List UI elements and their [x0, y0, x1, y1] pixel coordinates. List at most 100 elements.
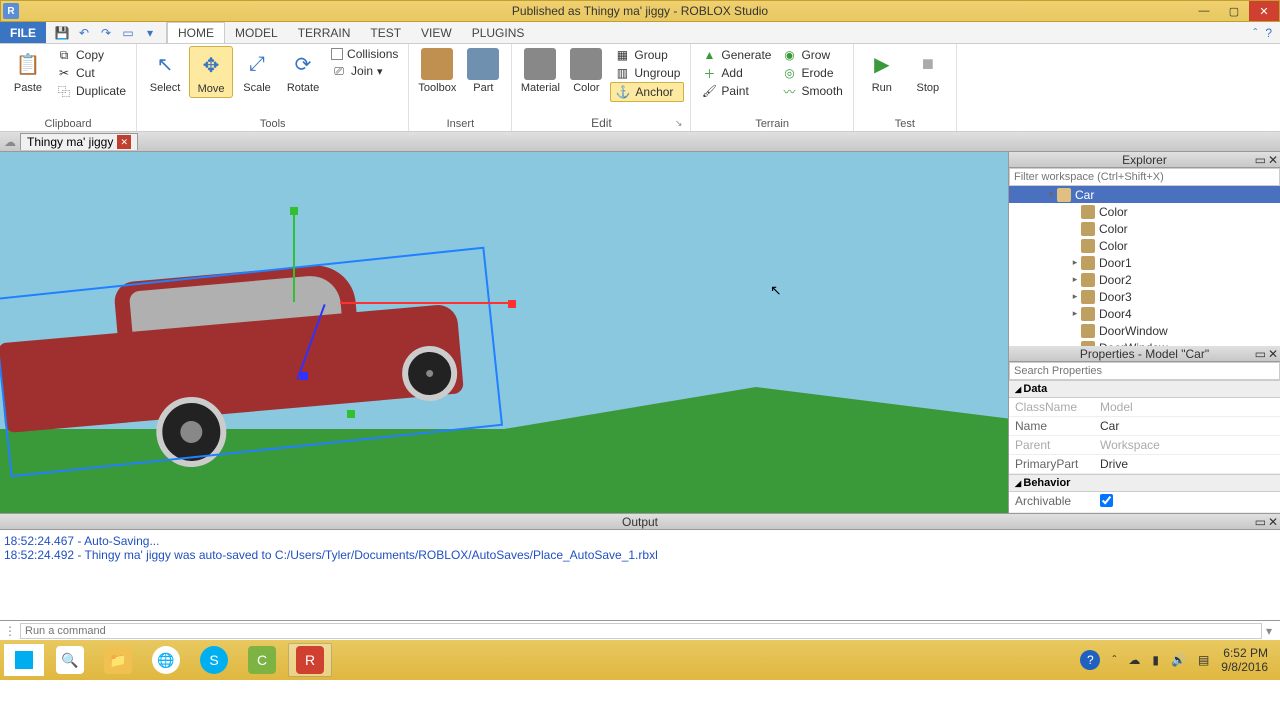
collapse-ribbon-icon[interactable]: ˆ — [1253, 26, 1257, 40]
viewport[interactable]: ↖ — [0, 152, 1008, 513]
undock-icon[interactable]: ▭ — [1255, 515, 1266, 529]
command-dropdown-icon[interactable]: ▾ — [1262, 624, 1276, 638]
run-button[interactable]: ▶Run — [860, 46, 904, 96]
onedrive-icon[interactable]: ☁ — [1128, 653, 1140, 667]
prop-category-data[interactable]: Data — [1009, 380, 1280, 398]
tree-item[interactable]: Color — [1009, 203, 1280, 220]
prop-category-behavior[interactable]: Behavior — [1009, 474, 1280, 492]
tree-item[interactable]: Color — [1009, 220, 1280, 237]
tray-chevron-icon[interactable]: ˆ — [1112, 653, 1116, 667]
anchor-button[interactable]: ⚓Anchor — [610, 82, 684, 102]
close-tab-icon[interactable]: ✕ — [117, 135, 131, 149]
scale-button[interactable]: ⤢Scale — [235, 46, 279, 96]
material-button[interactable]: Material — [518, 46, 562, 96]
terrain-grow-button[interactable]: ◉Grow — [777, 46, 846, 64]
expand-icon[interactable]: ▾ — [1045, 189, 1057, 200]
task-chrome[interactable]: 🌐 — [144, 643, 188, 677]
explorer-tree[interactable]: ▾CarColorColorColor▸Door1▸Door2▸Door3▸Do… — [1009, 186, 1280, 346]
battery-icon[interactable]: ▮ — [1152, 653, 1159, 667]
tab-test[interactable]: TEST — [360, 22, 411, 43]
tree-item[interactable]: ▸Door2 — [1009, 271, 1280, 288]
properties-search-input[interactable] — [1009, 362, 1280, 380]
y-axis-gizmo[interactable] — [293, 212, 295, 302]
y-handle[interactable] — [290, 207, 298, 215]
stop-button[interactable]: ■Stop — [906, 46, 950, 96]
help-icon[interactable]: ? — [1265, 26, 1272, 40]
move-button[interactable]: ✥Move — [189, 46, 233, 98]
join-dropdown[interactable]: ⎚Join ▾ — [327, 62, 402, 80]
expand-icon[interactable]: ▸ — [1069, 257, 1081, 268]
tab-view[interactable]: VIEW — [411, 22, 462, 43]
document-tab[interactable]: Thingy ma' jiggy ✕ — [20, 133, 138, 150]
task-skype[interactable]: S — [192, 643, 236, 677]
archivable-checkbox[interactable] — [1100, 494, 1113, 507]
terrain-erode-button[interactable]: ◎Erode — [777, 64, 846, 82]
tab-terrain[interactable]: TERRAIN — [288, 22, 361, 43]
undo-icon[interactable]: ↶ — [76, 25, 92, 41]
tree-item[interactable]: ▸Door3 — [1009, 288, 1280, 305]
expand-icon[interactable]: ▸ — [1069, 291, 1081, 302]
expand-icon[interactable]: ▸ — [1069, 308, 1081, 319]
clock[interactable]: 6:52 PM 9/8/2016 — [1221, 646, 1268, 675]
start-button[interactable] — [4, 644, 44, 676]
part-button[interactable]: Part — [461, 46, 505, 96]
prop-row-archivable[interactable]: Archivable — [1009, 492, 1280, 513]
terrain-smooth-button[interactable]: 〰Smooth — [777, 82, 846, 100]
collisions-toggle[interactable]: Collisions — [327, 46, 402, 62]
terrain-paint-button[interactable]: 🖌Paint — [697, 82, 775, 100]
tab-plugins[interactable]: PLUGINS — [462, 22, 535, 43]
edit-launcher-icon[interactable]: ↘ — [675, 118, 683, 129]
tree-item[interactable]: ▸Door4 — [1009, 305, 1280, 322]
rotate-button[interactable]: ⟳Rotate — [281, 46, 325, 96]
close-button[interactable]: ✕ — [1249, 1, 1279, 21]
toolbox-button[interactable]: Toolbox — [415, 46, 459, 96]
panel-close-icon[interactable]: ✕ — [1268, 153, 1278, 167]
explorer-filter-input[interactable] — [1009, 168, 1280, 186]
tab-model[interactable]: MODEL — [225, 22, 288, 43]
file-menu[interactable]: FILE — [0, 22, 46, 43]
tree-item[interactable]: ▾Car — [1009, 186, 1280, 203]
maximize-button[interactable]: ▢ — [1219, 1, 1249, 21]
copy-button[interactable]: ⧉Copy — [52, 46, 130, 64]
group-button[interactable]: ▦Group — [610, 46, 684, 64]
tab-home[interactable]: HOME — [167, 22, 225, 43]
toolbox-icon — [421, 48, 453, 80]
undock-icon[interactable]: ▭ — [1255, 347, 1266, 361]
prop-row-name[interactable]: NameCar — [1009, 417, 1280, 436]
qat-dropdown-icon[interactable]: ▾ — [142, 25, 158, 41]
terrain-generate-button[interactable]: ▲Generate — [697, 46, 775, 64]
redo-icon[interactable]: ↷ — [98, 25, 114, 41]
tree-item[interactable]: DoorWindow — [1009, 339, 1280, 346]
qat-select-icon[interactable]: ▭ — [120, 25, 136, 41]
network-icon[interactable]: ▤ — [1198, 653, 1209, 667]
tree-item[interactable]: Color — [1009, 237, 1280, 254]
terrain-add-button[interactable]: ＋Add — [697, 64, 775, 82]
expand-icon[interactable]: ▸ — [1069, 274, 1081, 285]
undock-icon[interactable]: ▭ — [1255, 153, 1266, 167]
task-camtasia[interactable]: C — [240, 643, 284, 677]
prop-row-primarypart[interactable]: PrimaryPartDrive — [1009, 455, 1280, 474]
tree-item[interactable]: DoorWindow — [1009, 322, 1280, 339]
ungroup-button[interactable]: ▥Ungroup — [610, 64, 684, 82]
help-tray-icon[interactable]: ? — [1080, 650, 1100, 670]
y-neg-handle[interactable] — [347, 410, 355, 418]
minimize-button[interactable]: — — [1189, 1, 1219, 21]
paste-button[interactable]: 📋Paste — [6, 46, 50, 96]
task-search[interactable]: 🔍 — [48, 643, 92, 677]
command-input[interactable] — [20, 623, 1262, 639]
save-icon[interactable]: 💾 — [54, 25, 70, 41]
duplicate-button[interactable]: ⿻Duplicate — [52, 82, 130, 100]
task-explorer[interactable]: 📁 — [96, 643, 140, 677]
z-handle[interactable] — [300, 372, 308, 380]
x-axis-gizmo[interactable] — [340, 302, 510, 304]
output-body[interactable]: 18:52:24.467 - Auto-Saving... 18:52:24.4… — [0, 530, 1280, 620]
panel-close-icon[interactable]: ✕ — [1268, 347, 1278, 361]
cut-button[interactable]: ✂Cut — [52, 64, 130, 82]
select-button[interactable]: ↖Select — [143, 46, 187, 96]
task-roblox-studio[interactable]: R — [288, 643, 332, 677]
x-handle[interactable] — [508, 300, 516, 308]
tree-item[interactable]: ▸Door1 — [1009, 254, 1280, 271]
color-button[interactable]: Color — [564, 46, 608, 96]
volume-icon[interactable]: 🔊 — [1171, 653, 1186, 667]
panel-close-icon[interactable]: ✕ — [1268, 515, 1278, 529]
